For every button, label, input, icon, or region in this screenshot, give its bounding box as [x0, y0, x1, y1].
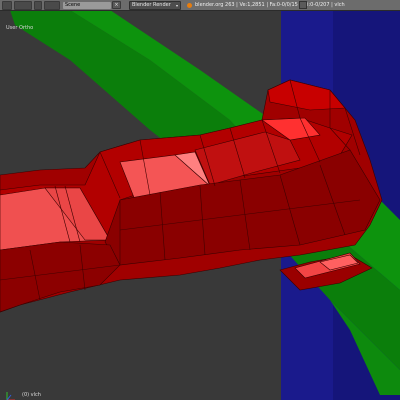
render-engine-dropdown[interactable]: Blender Render ▾ — [129, 0, 181, 10]
3d-viewport[interactable]: User Ortho — [0, 11, 400, 400]
scene-field[interactable]: Scene — [63, 1, 111, 9]
render-engine-label: Blender Render — [132, 2, 171, 8]
close-icon[interactable]: × — [112, 1, 121, 9]
screen-layout-icon[interactable] — [34, 0, 42, 10]
blender-window: Scene × Blender Render ▾ blender.org 263… — [0, 0, 400, 400]
blender-logo-icon — [187, 2, 192, 8]
editor-type-icon[interactable] — [2, 0, 12, 10]
axis-gizmo-icon — [6, 392, 15, 400]
menu-button[interactable] — [14, 0, 32, 10]
stats-text: blender.org 263 | Ve:1,2851 | Fa:0-0/0/1… — [195, 2, 345, 8]
chevron-down-icon: ▾ — [175, 2, 178, 8]
active-object-label: (0) vlch — [22, 392, 41, 398]
layout-button[interactable] — [44, 0, 60, 10]
screen-toggle-icon[interactable] — [299, 1, 307, 9]
viewport-scene — [0, 11, 400, 400]
stats-bar: blender.org 263 | Ve:1,2851 | Fa:0-0/0/1… — [187, 2, 345, 8]
view-name-label: User Ortho — [6, 25, 34, 31]
info-header: Scene × Blender Render ▾ blender.org 263… — [0, 0, 400, 11]
